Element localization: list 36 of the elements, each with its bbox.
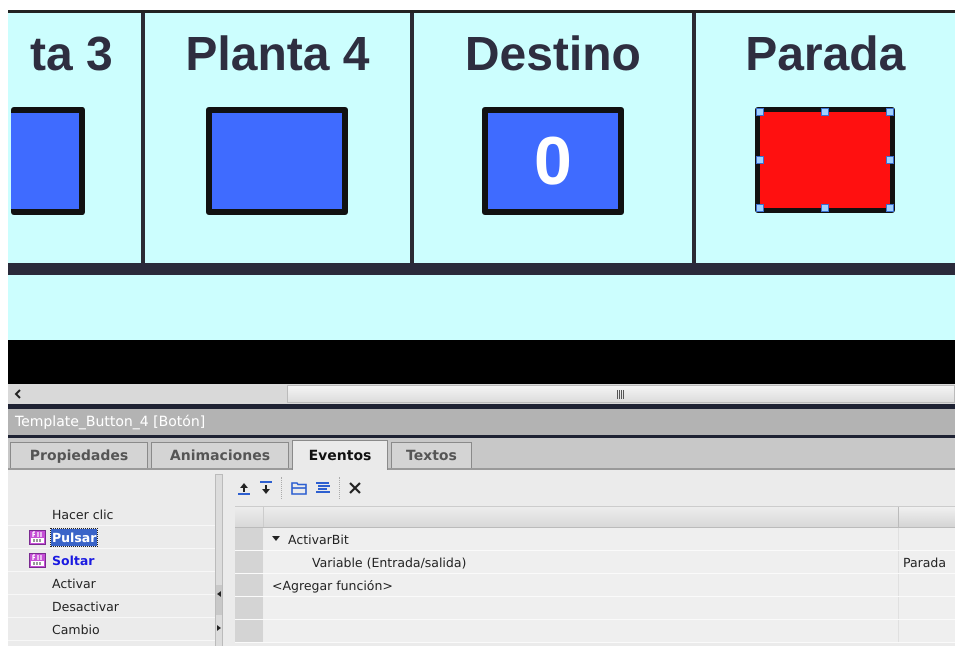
row-header-cell[interactable] [235,597,264,619]
move-up-icon[interactable] [237,481,251,495]
row-header-cell[interactable] [235,620,264,642]
event-item[interactable]: Soltar [8,549,215,572]
arrow-left-icon[interactable] [217,591,221,597]
tab[interactable]: Propiedades [10,442,148,468]
vertical-scrollbar[interactable] [215,474,223,646]
row-header-cell[interactable] [235,574,264,596]
scrollbar-thumb[interactable] [287,385,955,403]
parameter-value[interactable]: Parada [903,554,946,570]
event-item[interactable]: Pulsar [8,526,215,549]
parameter-name: Variable (Entrada/salida) [312,554,466,570]
tab[interactable]: Eventos [292,440,388,470]
hmi-button[interactable]: 0 [482,107,624,215]
tab[interactable]: Animaciones [151,442,289,468]
tile-label: ta 3 [30,27,113,83]
horizontal-scrollbar[interactable] [8,384,955,409]
scrollbar-thumb[interactable] [216,585,222,615]
expanded-icon[interactable] [272,535,280,543]
tile-label: Parada [745,27,906,83]
hmi-button[interactable] [755,107,896,213]
arrow-right-icon[interactable] [217,625,221,631]
grip-icon [617,390,625,398]
move-down-icon[interactable] [259,481,273,495]
tab[interactable]: Textos [391,442,472,468]
tile-label: Destino [464,27,641,83]
folder-icon[interactable] [291,481,307,495]
row-header-cell[interactable] [235,528,264,550]
list-icon[interactable] [315,481,331,495]
tile-label: Planta 4 [185,27,370,83]
add-function-link[interactable]: <Agregar función> [272,578,393,592]
function-name[interactable]: ActivarBit [288,532,349,546]
inspector-title: Template_Button_4 [Botón] [15,414,206,430]
row-header-cell[interactable] [235,551,264,573]
close-icon[interactable] [349,482,361,494]
scroll-left-icon[interactable] [14,389,22,399]
